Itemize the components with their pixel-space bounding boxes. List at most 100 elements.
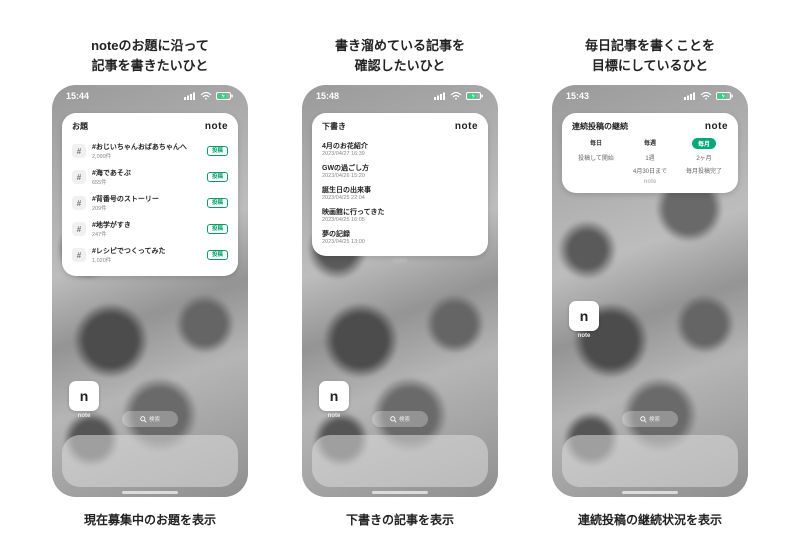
streak-pill-active: 毎月 (692, 138, 716, 149)
search-label: 検索 (649, 415, 660, 423)
home-widget[interactable]: 連続投稿の継続 note 毎日 毎週 毎月 投稿して開始 1週 2ヶ月 4月30… (562, 113, 738, 193)
streak-val: 投稿して開始 (572, 153, 620, 162)
home-widget[interactable]: お題 note # #おじいちゃんおばあちゃんへ 2,099件 投稿 # #海で… (62, 113, 238, 276)
status-time: 15:48 (316, 91, 339, 101)
draft-row[interactable]: 4月のお花紹介 2023/04/27 16:39 (322, 138, 478, 160)
column-caption: 連続投稿の継続状況を表示 (578, 511, 722, 528)
post-button[interactable]: 投稿 (207, 198, 228, 209)
note-logo: note (205, 121, 228, 132)
draft-title: GWの過ごし方 (322, 163, 478, 173)
draft-title: 夢の記録 (322, 229, 478, 239)
status-time: 15:44 (66, 91, 89, 101)
showcase-column: 毎日記事を書くことを目標にしているひと 15:43 連続投稿の継続 note 毎… (545, 32, 755, 528)
post-button[interactable]: 投稿 (207, 146, 228, 157)
draft-row[interactable]: 夢の記録 2023/04/25 13:00 (322, 226, 478, 248)
signal-icon (434, 92, 446, 100)
status-bar: 15:48 (302, 85, 498, 107)
phone-mock: 15:43 連続投稿の継続 note 毎日 毎週 毎月 投稿して開始 1週 2ヶ… (552, 85, 748, 497)
app-label: note (316, 413, 352, 419)
topic-count: 209件 (92, 204, 201, 212)
hash-icon: # (72, 170, 86, 184)
column-heading: 書き溜めている記事を確認したいひと (335, 36, 465, 75)
topic-name: #地学がすき (92, 220, 201, 230)
streak-head: 毎月 (680, 138, 728, 149)
note-app-icon[interactable]: n (69, 381, 99, 411)
widget-brand-footer: note (572, 179, 728, 185)
draft-time: 2023/04/25 22:04 (322, 195, 478, 201)
widget-title: 下書き (322, 121, 346, 132)
wifi-icon (450, 92, 462, 100)
search-label: 検索 (149, 415, 160, 423)
column-caption: 現在募集中のお題を表示 (84, 511, 216, 528)
streak-head: 毎週 (626, 138, 674, 149)
draft-row[interactable]: 映画館に行ってきた 2023/04/25 16:05 (322, 204, 478, 226)
battery-icon (216, 92, 234, 100)
draft-time: 2023/04/25 16:05 (322, 217, 478, 223)
hash-icon: # (72, 196, 86, 210)
widget-title: お題 (72, 121, 88, 132)
dock (562, 435, 738, 487)
app-launcher[interactable]: n note (566, 301, 602, 339)
home-widget[interactable]: 下書き note 4月のお花紹介 2023/04/27 16:39 GWの過ごし… (312, 113, 488, 256)
status-time: 15:43 (566, 91, 589, 101)
note-logo: note (705, 121, 728, 132)
dock (312, 435, 488, 487)
topic-name: #背番号のストーリー (92, 194, 201, 204)
battery-icon (466, 92, 484, 100)
column-caption: 下書きの記事を表示 (346, 511, 454, 528)
app-label: note (566, 333, 602, 339)
topic-count: 655件 (92, 178, 201, 186)
phone-mock: 15:48 下書き note 4月のお花紹介 2023/04/27 16:39 … (302, 85, 498, 497)
post-button[interactable]: 投稿 (207, 172, 228, 183)
app-launcher[interactable]: n note (66, 381, 102, 419)
signal-icon (184, 92, 196, 100)
draft-title: 4月のお花紹介 (322, 141, 478, 151)
streak-val: 2ヶ月 (680, 153, 728, 162)
streak-sub (572, 166, 620, 175)
draft-row[interactable]: GWの過ごし方 2023/04/26 15:20 (322, 160, 478, 182)
app-label: note (66, 413, 102, 419)
post-button[interactable]: 投稿 (207, 224, 228, 235)
battery-icon (716, 92, 734, 100)
spotlight-search[interactable]: 検索 (372, 411, 428, 427)
spotlight-search[interactable]: 検索 (122, 411, 178, 427)
wifi-icon (200, 92, 212, 100)
draft-time: 2023/04/25 13:00 (322, 239, 478, 245)
note-app-icon[interactable]: n (569, 301, 599, 331)
search-icon (390, 416, 397, 423)
hash-icon: # (72, 144, 86, 158)
topic-row[interactable]: # #背番号のストーリー 209件 投稿 (72, 190, 228, 216)
search-label: 検索 (399, 415, 410, 423)
topic-row[interactable]: # #地学がすき 247件 投稿 (72, 216, 228, 242)
topic-name: #レシピでつくってみた (92, 246, 201, 256)
column-heading: noteのお題に沿って記事を書きたいひと (91, 36, 209, 75)
draft-time: 2023/04/26 15:20 (322, 173, 478, 179)
streak-val: 1週 (626, 153, 674, 162)
signal-icon (684, 92, 696, 100)
draft-row[interactable]: 誕生日の出来事 2023/04/25 22:04 (322, 182, 478, 204)
topic-count: 247件 (92, 230, 201, 238)
topic-row[interactable]: # #レシピでつくってみた 1,020件 投稿 (72, 242, 228, 268)
draft-time: 2023/04/27 16:39 (322, 151, 478, 157)
streak-sub: 4月30日まで (626, 166, 674, 175)
home-indicator (622, 491, 678, 494)
app-launcher[interactable]: n note (316, 381, 352, 419)
topic-count: 2,099件 (92, 152, 201, 160)
note-app-icon[interactable]: n (319, 381, 349, 411)
search-icon (640, 416, 647, 423)
dock (62, 435, 238, 487)
topic-row[interactable]: # #おじいちゃんおばあちゃんへ 2,099件 投稿 (72, 138, 228, 164)
home-indicator (372, 491, 428, 494)
showcase-column: 書き溜めている記事を確認したいひと 15:48 下書き note 4月のお花紹介… (295, 32, 505, 528)
status-bar: 15:44 (52, 85, 248, 107)
status-bar: 15:43 (552, 85, 748, 107)
hash-icon: # (72, 222, 86, 236)
wifi-icon (700, 92, 712, 100)
hash-icon: # (72, 248, 86, 262)
spotlight-search[interactable]: 検索 (622, 411, 678, 427)
topic-row[interactable]: # #海であそぶ 655件 投稿 (72, 164, 228, 190)
column-heading: 毎日記事を書くことを目標にしているひと (585, 36, 715, 75)
draft-title: 誕生日の出来事 (322, 185, 478, 195)
post-button[interactable]: 投稿 (207, 250, 228, 261)
showcase-column: noteのお題に沿って記事を書きたいひと 15:44 お題 note # #おじ… (45, 32, 255, 528)
